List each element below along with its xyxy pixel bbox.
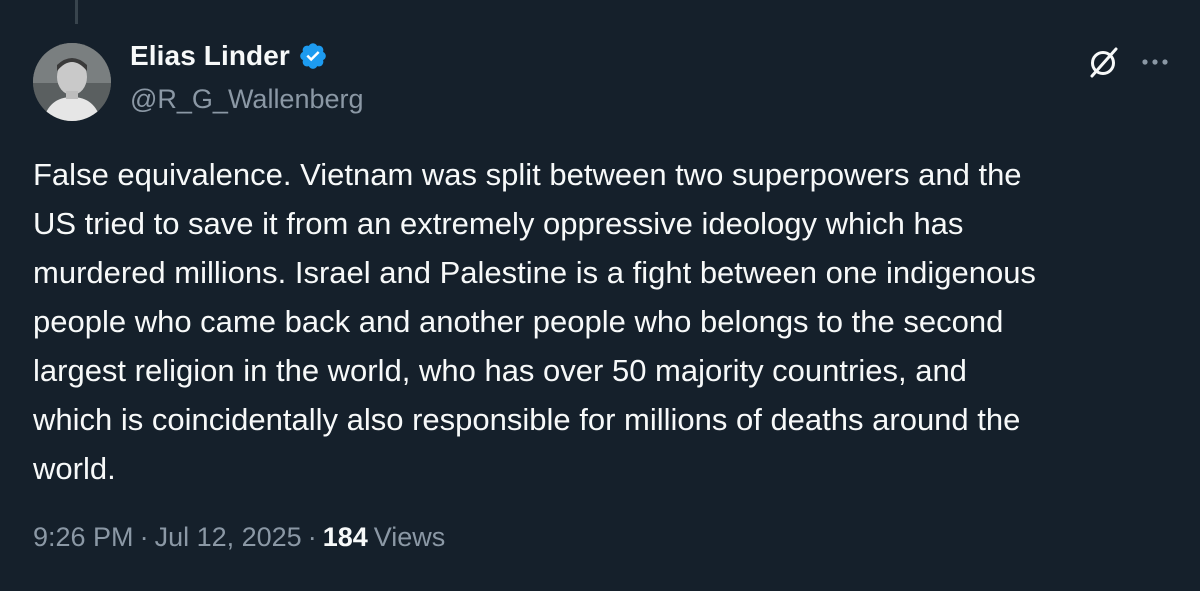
grok-icon[interactable] [1086, 44, 1122, 80]
views-label: Views [373, 522, 446, 552]
display-name[interactable]: Elias Linder [130, 40, 290, 72]
tweet-meta-row: 9:26 PM · Jul 12, 2025 · 184 Views [33, 522, 445, 553]
avatar[interactable] [33, 43, 111, 121]
tweet-date[interactable]: Jul 12, 2025 [155, 522, 302, 553]
views-count[interactable]: 184 [323, 522, 368, 553]
thread-connector-line [75, 0, 78, 24]
meta-separator: · [139, 522, 149, 552]
meta-separator: · [307, 522, 317, 552]
avatar-photo [33, 43, 111, 121]
tweet-text: False equivalence. Vietnam was split bet… [33, 157, 1036, 486]
tweet-time[interactable]: 9:26 PM [33, 522, 134, 553]
author-handle[interactable]: @R_G_Wallenberg [130, 84, 364, 115]
more-options-icon[interactable] [1140, 52, 1170, 72]
verified-badge-icon[interactable] [298, 41, 328, 71]
author-name-row: Elias Linder [130, 40, 328, 72]
